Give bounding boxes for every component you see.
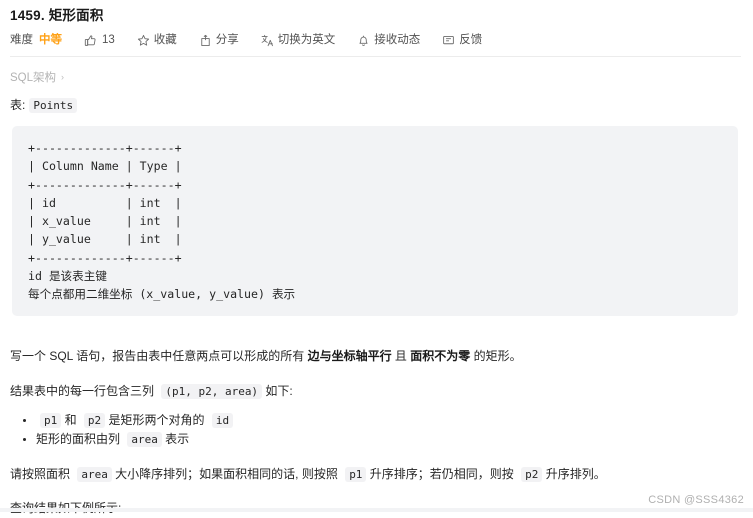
p3-mid1: 大小降序排列；如果面积相同的话, 则按照 (111, 466, 342, 481)
subscribe-label: 接收动态 (374, 34, 421, 46)
p2-text-before: 结果表中的每一行包含三列 (10, 383, 158, 398)
favorite-label: 收藏 (153, 34, 177, 46)
difficulty-value: 中等 (39, 34, 62, 46)
p3-text-before: 请按照面积 (10, 466, 74, 481)
difficulty-badge: 难度 中等 (10, 33, 62, 47)
list-item: 矩形的面积由列 area 表示 (36, 430, 753, 450)
sql-schema-label: SQL架构 (10, 72, 57, 84)
p1-bold-nonzero-area: 面积不为零 (410, 348, 471, 363)
result-columns-paragraph: 结果表中的每一行包含三列 (p1, p2, area) 如下: (0, 382, 753, 401)
schema-code-block: +-------------+------+ | Column Name | T… (12, 126, 738, 316)
bullet1-code-p2: p2 (83, 412, 106, 428)
share-button[interactable]: 分享 (199, 33, 239, 47)
bullet2-text-after: 表示 (161, 432, 190, 447)
bullet1-mid2: 是矩形两个对角的 (105, 412, 208, 427)
watermark: CSDN @SSS4362 (648, 494, 744, 506)
list-item: p1 和 p2 是矩形两个对角的 id (36, 411, 753, 431)
p1-text-before: 写一个 SQL 语句，报告由表中任意两点可以形成的所有 (10, 348, 308, 363)
p2-text-after: 如下: (262, 383, 293, 398)
feedback-label: 反馈 (459, 34, 483, 46)
p3-code-area: area (77, 466, 112, 482)
ordering-paragraph: 请按照面积 area 大小降序排列；如果面积相同的话, 则按照 p1 升序排序；… (0, 465, 753, 484)
column-description-list: p1 和 p2 是矩形两个对角的 id 矩形的面积由列 area 表示 (0, 411, 753, 450)
table-name-line: 表: Points (0, 85, 753, 113)
translate-button[interactable]: 切换为英文 (261, 33, 336, 47)
share-icon (199, 34, 212, 47)
bullet2-text-before: 矩形的面积由列 (36, 432, 124, 447)
bell-icon (357, 34, 370, 47)
p1-text-after: 的矩形。 (470, 348, 522, 363)
p3-code-p2: p2 (521, 466, 543, 482)
bullet1-code-p1: p1 (40, 412, 62, 428)
thumbs-up-icon (84, 34, 97, 47)
difficulty-label: 难度 (10, 34, 33, 46)
translate-icon (261, 34, 274, 47)
table-name-code: Points (29, 98, 78, 113)
p2-columns-code: (p1, p2, area) (161, 383, 263, 399)
p3-code-p1: p1 (345, 466, 367, 482)
p1-text-middle: 且 (391, 348, 411, 363)
problem-page: 1459. 矩形面积 难度 中等 13 收藏 分享 切换为英文 接收动态 反馈 … (0, 0, 753, 515)
bottom-code-block-edge (0, 508, 753, 512)
page-title: 1459. 矩形面积 (10, 8, 104, 23)
problem-toolbar: 难度 中等 13 收藏 分享 切换为英文 接收动态 反馈 (0, 24, 753, 47)
chevron-right-icon: › (61, 72, 65, 82)
sql-schema-link[interactable]: SQL架构 › (0, 57, 64, 85)
toolbar-divider (10, 56, 741, 57)
bullet1-mid1: 和 (61, 412, 80, 427)
bullet2-code-area: area (127, 432, 162, 448)
share-label: 分享 (215, 34, 239, 46)
star-icon (137, 34, 150, 47)
table-prefix-label: 表: (10, 98, 26, 112)
p1-bold-axis-parallel: 边与坐标轴平行 (307, 348, 392, 363)
p3-text-after: 升序排列。 (542, 466, 606, 481)
p3-mid2: 升序排序；若仍相同，则按 (366, 466, 518, 481)
like-button[interactable]: 13 (84, 33, 115, 47)
like-count: 13 (102, 34, 115, 46)
subscribe-button[interactable]: 接收动态 (357, 33, 420, 47)
feedback-button[interactable]: 反馈 (442, 33, 482, 47)
translate-label: 切换为英文 (277, 34, 336, 46)
feedback-icon (442, 34, 455, 47)
problem-statement-paragraph: 写一个 SQL 语句，报告由表中任意两点可以形成的所有 边与坐标轴平行 且 面积… (0, 347, 753, 366)
favorite-button[interactable]: 收藏 (137, 33, 177, 47)
bullet1-code-id: id (211, 412, 234, 428)
